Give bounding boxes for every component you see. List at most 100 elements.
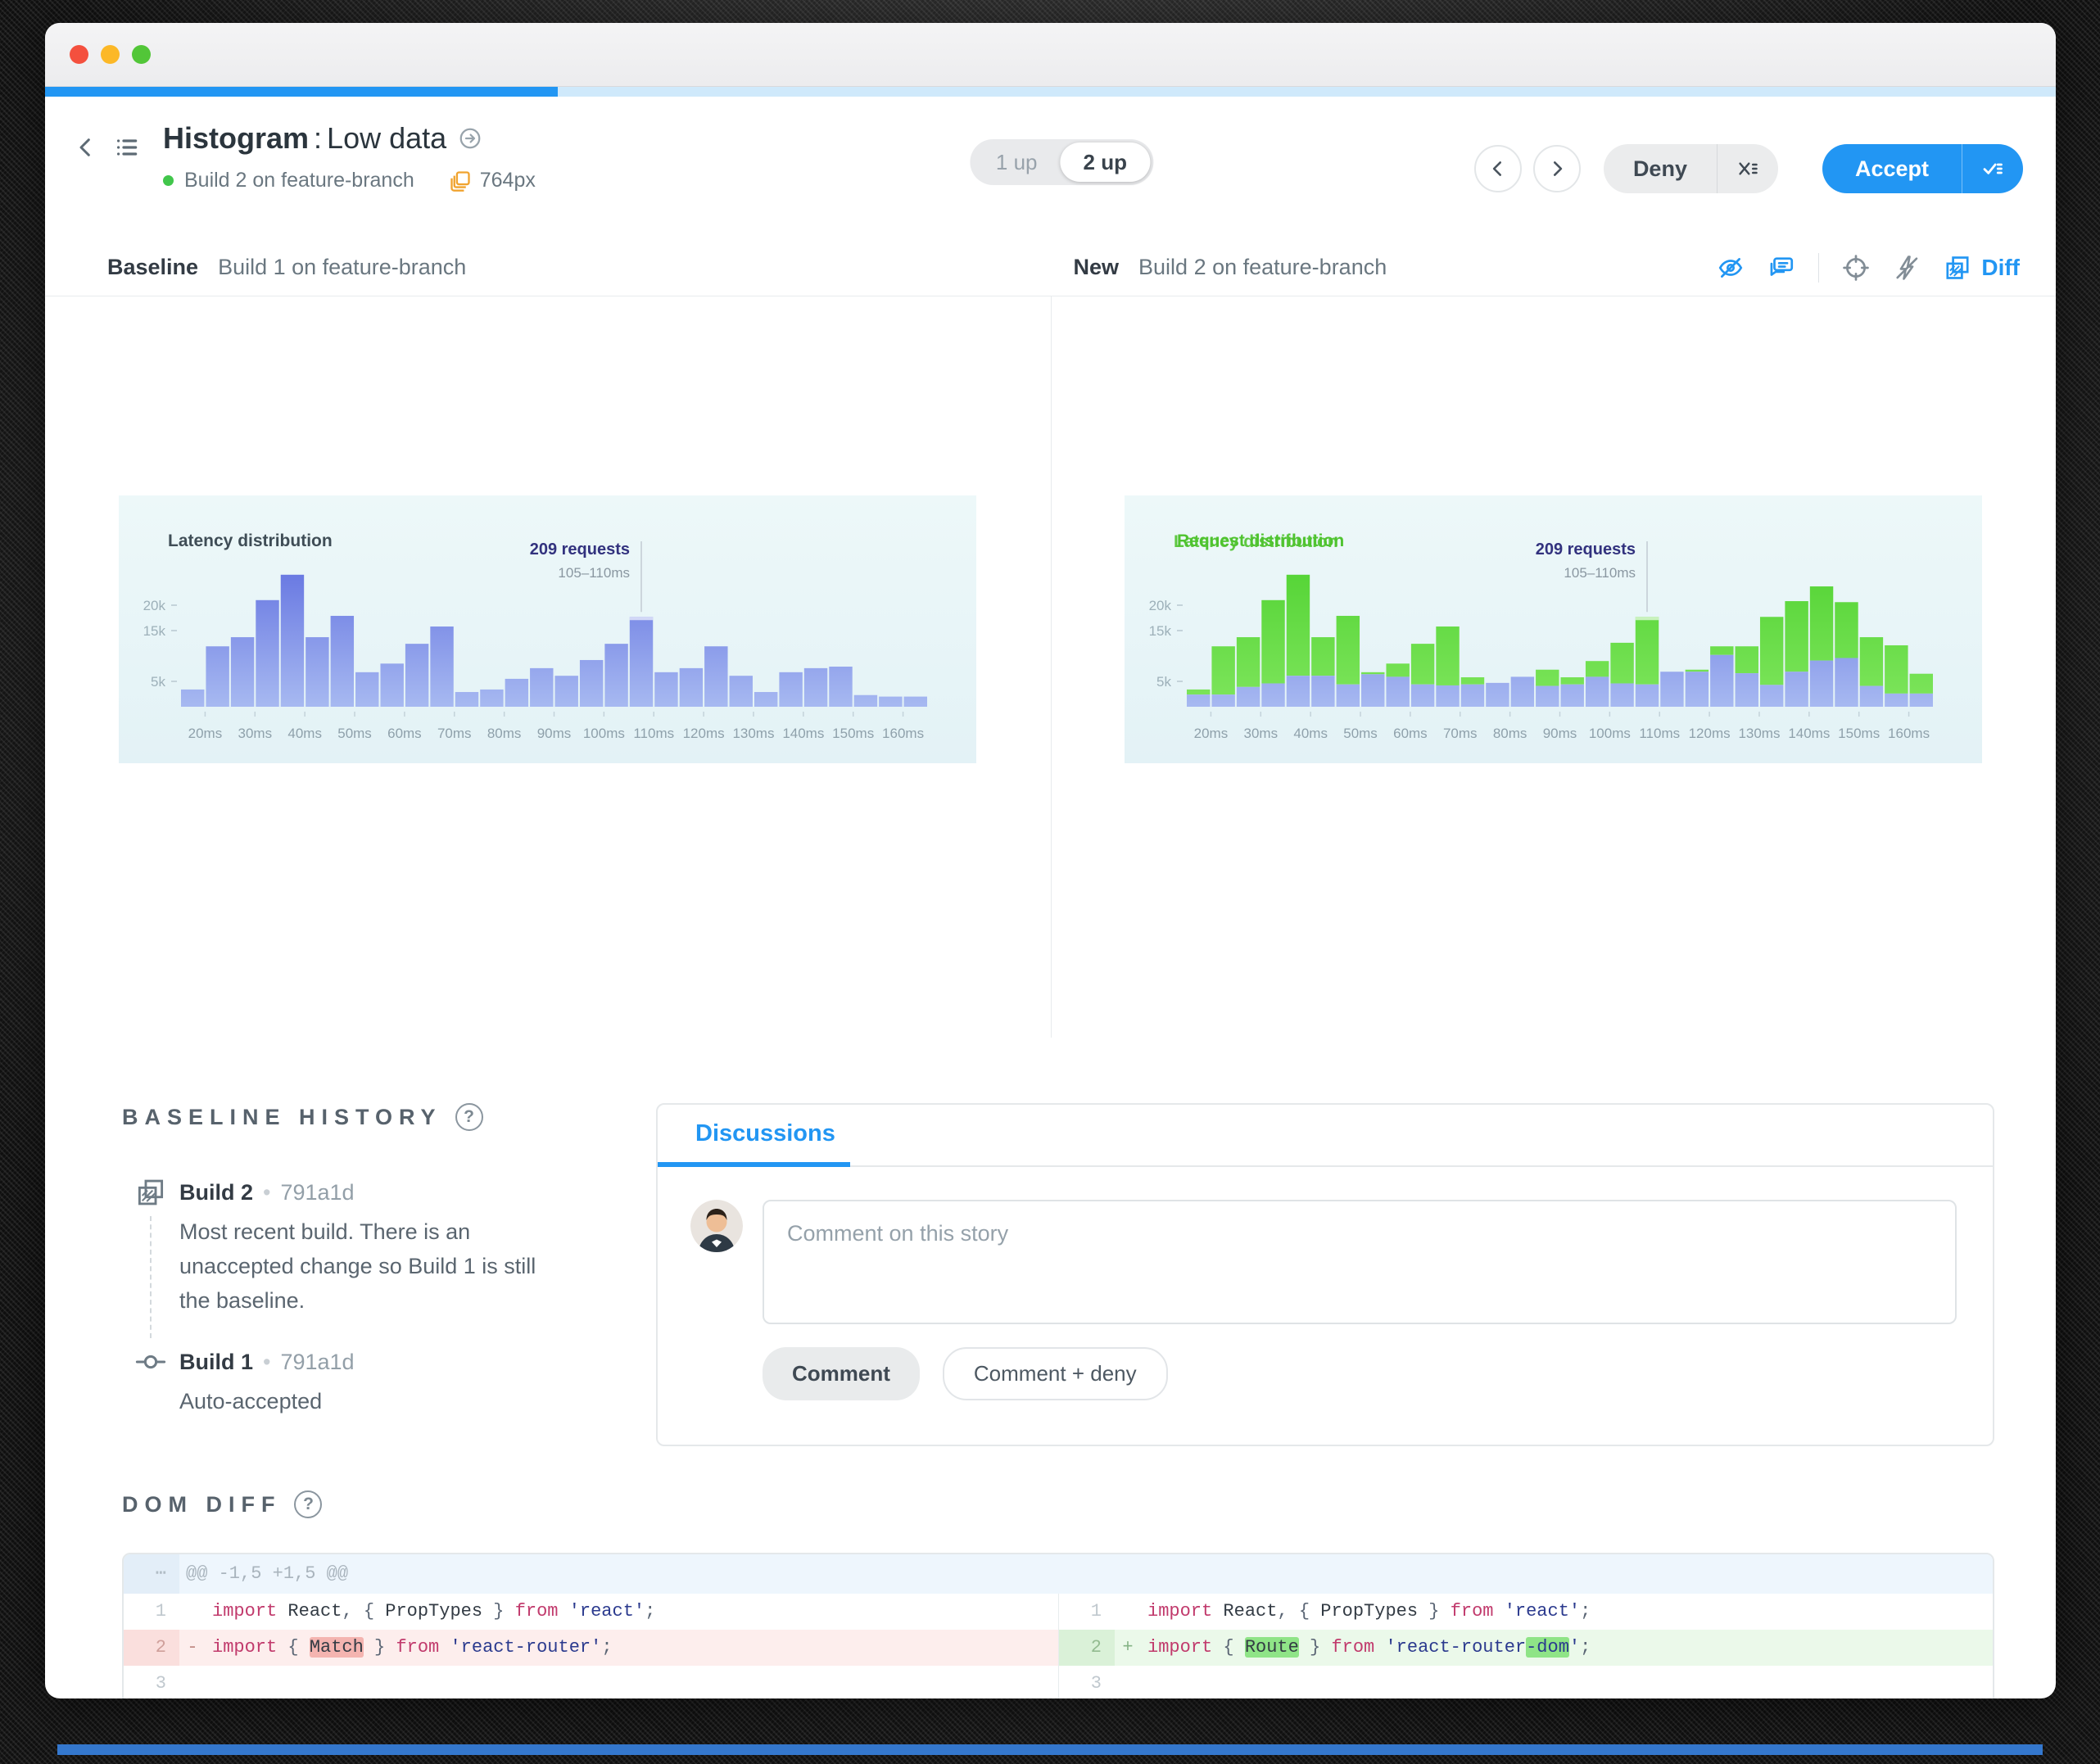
svg-text:15k: 15k [1148,623,1171,639]
diff-expand-icon[interactable]: ⋯ [124,1554,179,1594]
timeline-connector [150,1216,152,1338]
history-build-sha: 791a1d [280,1349,355,1374]
diff-code: import React, { PropTypes } from 'react'… [1147,1601,1591,1622]
help-icon[interactable]: ? [455,1103,483,1131]
viewport-width-label: 764px [479,169,536,192]
bolt-slash-icon[interactable] [1893,254,1921,282]
close-window-button[interactable] [70,45,88,64]
compare-header: Baseline Build 1 on feature-branch New B… [45,239,2056,296]
deny-options-button[interactable] [1716,144,1778,193]
diff-line: 2- import { Match } from 'react-router'; 2… [124,1630,1993,1667]
dom-diff-section: DOM DIFF ? ⋯ @@ -1,5 +1,5 @@ 1 import React… [45,1446,2056,1698]
comparison-area: 20k 15k 5k 20ms 30ms 40ms 50ms 60ms 70ms 80ms 90ms… [45,296,2056,1038]
svg-text:Latency distribution: Latency distribution [168,531,333,550]
page-title: Histogram : Low data [163,121,536,156]
help-icon[interactable]: ? [294,1490,323,1519]
svg-text:15k: 15k [143,623,166,639]
open-story-icon[interactable] [458,126,482,151]
baseline-screenshot-chart: 20k 15k 5k 20ms 30ms 40ms 50ms 60ms 70ms 80ms 90ms… [119,495,977,763]
diff-line-number: 2 [124,1630,179,1667]
svg-text:30ms: 30ms [238,726,273,741]
story-name: Low data [327,121,447,155]
snapshot-list-icon[interactable] [114,134,140,161]
baseline-history: BASELINE HISTORY ? Build 2 • 791a1d Most… [122,1103,610,1446]
x-list-icon [1736,156,1760,181]
svg-text:40ms: 40ms [288,726,323,741]
diff-line-number: 3 [1090,1673,1102,1694]
svg-text:60ms: 60ms [1393,726,1428,741]
comment-button[interactable]: Comment [763,1347,920,1400]
svg-text:70ms: 70ms [1443,726,1478,741]
baseline-label: Baseline [107,255,199,279]
svg-text:209 requests: 209 requests [530,541,630,559]
svg-text:130ms: 130ms [1738,726,1780,741]
diff-layers-icon [135,1177,166,1208]
svg-text:90ms: 90ms [1542,726,1577,741]
svg-text:20ms: 20ms [188,726,223,741]
check-list-icon [1980,156,2005,181]
compare-toolbar: Diff [1717,252,2056,283]
history-build-name[interactable]: Build 1 [179,1350,253,1375]
svg-text:40ms: 40ms [1293,726,1328,741]
dom-diff-heading: DOM DIFF ? [122,1490,1994,1519]
diff-hunk-header: ⋯ @@ -1,5 +1,5 @@ [124,1554,1993,1594]
history-item-build2: Build 2 • 791a1d Most recent build. Ther… [122,1177,610,1346]
chevron-right-icon [1546,158,1568,179]
deny-button-group: Deny [1603,144,1778,193]
diff-line-number: 2 [1059,1630,1115,1667]
diff-code: import React, { PropTypes } from 'react'… [212,1601,656,1622]
two-up-toggle[interactable]: 2 up [1060,142,1150,182]
accept-options-button[interactable] [1962,144,2023,193]
diff-code: import { Match } from 'react-router'; [212,1637,613,1658]
svg-text:50ms: 50ms [1343,726,1378,741]
history-build-description: Most recent build. There is an unaccepte… [179,1219,536,1313]
history-build-name[interactable]: Build 2 [179,1180,253,1205]
review-actions: Deny Accept [1473,144,2023,193]
new-screenshot-diff-chart[interactable]: 20k 15k 5k 20ms 30ms 40ms 50ms 60ms 70ms 80ms 90ms… [1124,495,1982,763]
discussions-card: Discussions Comment Comment + deny [656,1103,1994,1447]
svg-text:130ms: 130ms [733,726,775,741]
comments-icon[interactable] [1767,254,1795,282]
svg-text:209 requests: 209 requests [1535,541,1635,559]
back-icon[interactable] [73,134,99,161]
history-build-description: Auto-accepted [179,1388,323,1413]
diff-line-number: 3 [155,1673,166,1694]
accept-button[interactable]: Accept [1822,144,1962,193]
svg-text:5k: 5k [151,674,165,690]
bottom-accent-strip [57,1744,2043,1755]
diff-layers-icon[interactable] [1944,254,1971,282]
next-snapshot-button[interactable] [1532,145,1581,192]
minimize-window-button[interactable] [101,45,120,64]
svg-text:90ms: 90ms [537,726,572,741]
chevron-left-icon [1487,158,1509,179]
title-separator: : [314,121,323,155]
progress-fill [45,87,559,97]
diff-line-number: 1 [1090,1601,1102,1622]
tab-discussions[interactable]: Discussions [695,1120,835,1165]
comment-input[interactable] [763,1200,1957,1324]
svg-text:105–110ms: 105–110ms [559,565,631,581]
one-up-toggle[interactable]: 1 up [973,142,1061,182]
target-icon[interactable] [1842,254,1870,282]
chart-svg: 20k 15k 5k 20ms 30ms 40ms 50ms 60ms 70ms 80ms 90ms… [143,531,928,741]
window-titlebar [45,23,2056,87]
deny-button[interactable]: Deny [1603,144,1717,193]
baseline-pane: 20k 15k 5k 20ms 30ms 40ms 50ms 60ms 70ms 80ms 90ms… [45,296,1051,1038]
zoom-window-button[interactable] [132,45,151,64]
svg-text:120ms: 120ms [1688,726,1730,741]
prev-snapshot-button[interactable] [1473,145,1522,192]
commit-icon [135,1346,166,1377]
svg-text:80ms: 80ms [1493,726,1527,741]
diff-toggle-label[interactable]: Diff [1981,255,2020,281]
comment-deny-button[interactable]: Comment + deny [942,1347,1168,1400]
diff-code [1141,1666,1993,1698]
new-label: New [1073,255,1120,279]
app-window: Histogram : Low data Build 2 on feature-… [45,23,2056,1698]
dot-separator: • [263,1180,271,1205]
baseline-build-label: Build 1 on feature-branch [218,255,467,279]
svg-text:60ms: 60ms [387,726,422,741]
baseline-history-title: BASELINE HISTORY [122,1104,442,1129]
svg-text:150ms: 150ms [832,726,874,741]
svg-text:20k: 20k [1148,598,1171,613]
eye-off-icon[interactable] [1717,254,1745,282]
